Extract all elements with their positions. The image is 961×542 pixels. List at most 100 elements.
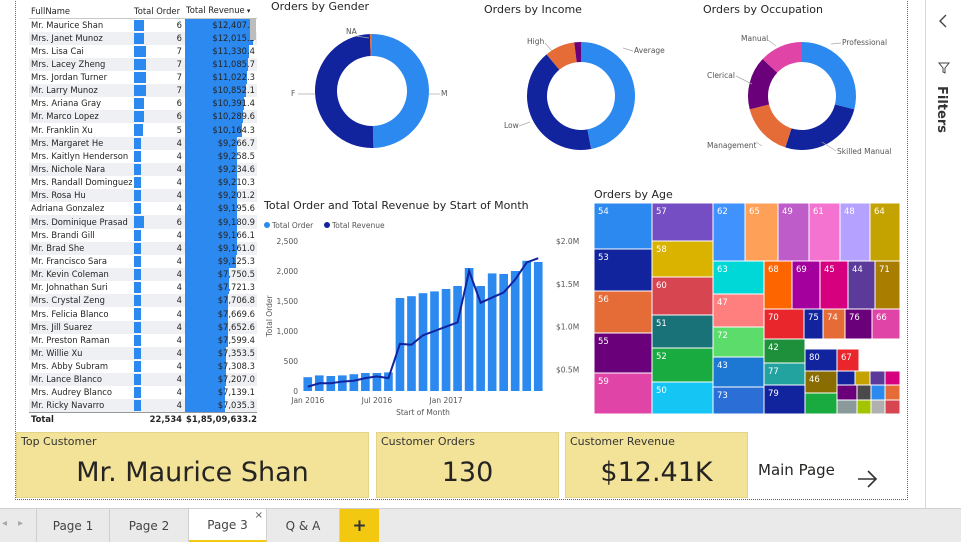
order-bar[interactable]: [441, 289, 451, 391]
treemap-cell[interactable]: [804, 392, 838, 414]
add-page-button[interactable]: +: [340, 509, 379, 542]
order-value: 4: [176, 190, 182, 201]
table-row[interactable]: Adriana Gonzalez 4 $9,195.6: [29, 202, 257, 216]
treemap-cell[interactable]: [870, 384, 886, 401]
table-row[interactable]: Mr. Brad She 4 $9,161.0: [29, 241, 257, 255]
x-axis-title: Start of Month: [396, 408, 450, 417]
order-bar[interactable]: [338, 375, 347, 391]
customer-table[interactable]: FullName Total Order Total Revenue ▾ Mr.…: [29, 0, 257, 425]
treemap-cell[interactable]: [856, 399, 872, 414]
table-row[interactable]: Mr. Maurice Shan 6 $12,407.9: [29, 18, 257, 32]
table-row[interactable]: Mrs. Margaret He 4 $9,266.7: [29, 136, 257, 150]
gender-donut-chart[interactable]: NA F M: [275, 18, 475, 168]
treemap-cell[interactable]: [836, 399, 858, 414]
treemap-cell[interactable]: [836, 384, 858, 401]
legend-total-order[interactable]: Total Order: [271, 221, 314, 230]
table-scrollbar[interactable]: [250, 18, 256, 40]
table-row[interactable]: Mr. Willie Xu 4 $7,353.5: [29, 346, 257, 361]
occupation-donut-chart[interactable]: Professional Skilled Manual Management Cler…: [700, 18, 910, 168]
treemap-cell[interactable]: [869, 370, 886, 386]
treemap-cell[interactable]: [884, 384, 900, 401]
treemap-label: 47: [717, 298, 728, 308]
collapse-chevron-icon[interactable]: [937, 13, 951, 29]
order-bar[interactable]: [430, 291, 439, 391]
table-row[interactable]: Mrs. Ariana Gray 6 $10,391.4: [29, 97, 257, 111]
table-row[interactable]: Mrs. Jill Suarez 4 $7,652.6: [29, 320, 257, 334]
col-header-total-revenue[interactable]: Total Revenue ▾: [184, 0, 257, 19]
table-row[interactable]: Mrs. Abby Subram 4 $7,308.3: [29, 360, 257, 374]
table-row[interactable]: Mrs. Rosa Hu 4 $9,201.2: [29, 189, 257, 203]
order-bar[interactable]: [487, 273, 497, 391]
col-header-fullname[interactable]: FullName: [29, 0, 132, 19]
table-row[interactable]: Mrs. Lacey Zheng 7 $11,085.7: [29, 57, 257, 71]
main-page-button[interactable]: Main Page: [758, 461, 835, 479]
cell-fullname: Mrs. Kaitlyn Henderson: [31, 150, 129, 161]
cell-total-order: 5: [132, 123, 184, 136]
donut-slice[interactable]: [802, 42, 856, 110]
table-row[interactable]: Mrs. Jordan Turner 7 $11,022.3: [29, 70, 257, 85]
col-header-total-order[interactable]: Total Order: [132, 0, 184, 19]
order-bar[interactable]: [361, 373, 370, 391]
tab-qa[interactable]: Q & A: [267, 509, 340, 542]
cell-total-revenue: $7,706.8: [184, 294, 257, 308]
filters-pane[interactable]: Filters: [925, 0, 961, 508]
treemap-cell[interactable]: [884, 370, 900, 386]
table-row[interactable]: Mrs. Crystal Zeng 4 $7,706.8: [29, 294, 257, 308]
cell-fullname: Mrs. Lisa Cai: [31, 45, 84, 56]
order-bar[interactable]: [533, 262, 543, 391]
table-row[interactable]: Mrs. Felicia Blanco 4 $7,669.6: [29, 307, 257, 321]
income-chart-title: Orders by Income: [484, 3, 582, 16]
order-bar[interactable]: [349, 374, 359, 391]
order-bar[interactable]: [522, 260, 532, 391]
donut-slice[interactable]: [785, 104, 855, 151]
scroll-right-icon[interactable]: ▸: [18, 518, 23, 529]
filters-label[interactable]: Filters: [934, 86, 949, 133]
table-row[interactable]: Mrs. Audrey Blanco 4 $7,139.1: [29, 386, 257, 400]
table-row[interactable]: Mrs. Kaitlyn Henderson 4 $9,258.5: [29, 149, 257, 163]
tab-page-1[interactable]: Page 1: [36, 509, 110, 542]
y2-tick-label: $2.0M: [556, 237, 579, 246]
scroll-left-icon[interactable]: ◂: [2, 518, 7, 529]
close-tab-icon[interactable]: ×: [255, 510, 263, 521]
treemap-cell[interactable]: [856, 384, 872, 401]
table-row[interactable]: Mr. Francisco Sara 4 $9,125.3: [29, 254, 257, 269]
cell-total-order: 4: [132, 281, 184, 294]
arrow-right-icon[interactable]: [856, 469, 880, 489]
revenue-value: $9,166.1: [217, 229, 255, 240]
treemap-cell[interactable]: [836, 370, 856, 386]
table-row[interactable]: Mr. Ricky Navarro 4 $7,035.3: [29, 399, 257, 413]
tab-qa-label: Q & A: [285, 518, 321, 533]
order-bar[interactable]: [453, 286, 462, 391]
donut-slice[interactable]: [372, 34, 429, 148]
table-row[interactable]: Mr. Lance Blanco 4 $7,207.0: [29, 373, 257, 387]
treemap-cell[interactable]: [884, 399, 900, 414]
income-donut-chart[interactable]: Average Low High: [492, 18, 692, 168]
table-row[interactable]: Mr. Larry Munoz 7 $10,852.1: [29, 84, 257, 98]
tab-page-2[interactable]: Page 2: [110, 509, 189, 542]
tab-page-3[interactable]: Page 3 ×: [189, 509, 267, 542]
order-bar[interactable]: [418, 293, 428, 391]
table-row[interactable]: Mrs. Lisa Cai 7 $11,330.4: [29, 44, 257, 58]
table-row[interactable]: Mrs. Brandi Gill 4 $9,166.1: [29, 228, 257, 242]
table-row[interactable]: Mr. Preston Raman 4 $7,599.4: [29, 333, 257, 347]
cell-fullname: Mr. Preston Raman: [31, 334, 110, 345]
table-row[interactable]: Mrs. Dominique Prasad 6 $9,180.9: [29, 215, 257, 229]
table-row[interactable]: Mrs. Randall Dominguez 4 $9,210.3: [29, 176, 257, 190]
cell-total-revenue: $9,258.5: [184, 149, 257, 163]
table-row[interactable]: Mr. Johnathan Suri 4 $7,721.3: [29, 281, 257, 295]
donut-slice[interactable]: [315, 34, 374, 148]
order-bar[interactable]: [303, 377, 313, 391]
age-treemap-chart[interactable]: 54 53 56 55 59 57 58 60 51 52 50 62 65 49 61 48 64 63 68 69…: [594, 203, 900, 414]
table-row[interactable]: Mrs. Nichole Nara 4 $9,234.6: [29, 162, 257, 177]
donut-slice[interactable]: [581, 42, 636, 150]
table-row[interactable]: Mr. Franklin Xu 5 $10,164.3: [29, 123, 257, 137]
donut-label: Low: [504, 121, 519, 130]
orders-revenue-combo-chart[interactable]: Total Order Total Revenue 0 500 1,000 1,500 2,…: [262, 215, 587, 423]
order-bar[interactable]: [510, 271, 520, 391]
table-row[interactable]: Mr. Kevin Coleman 4 $7,750.5: [29, 268, 257, 282]
treemap-cell[interactable]: [854, 370, 871, 386]
table-row[interactable]: Mr. Marco Lopez 6 $10,289.6: [29, 110, 257, 124]
table-row[interactable]: Mrs. Janet Munoz 6 $12,015.3: [29, 31, 257, 45]
legend-total-revenue[interactable]: Total Revenue: [331, 221, 385, 230]
treemap-cell[interactable]: [870, 399, 886, 414]
